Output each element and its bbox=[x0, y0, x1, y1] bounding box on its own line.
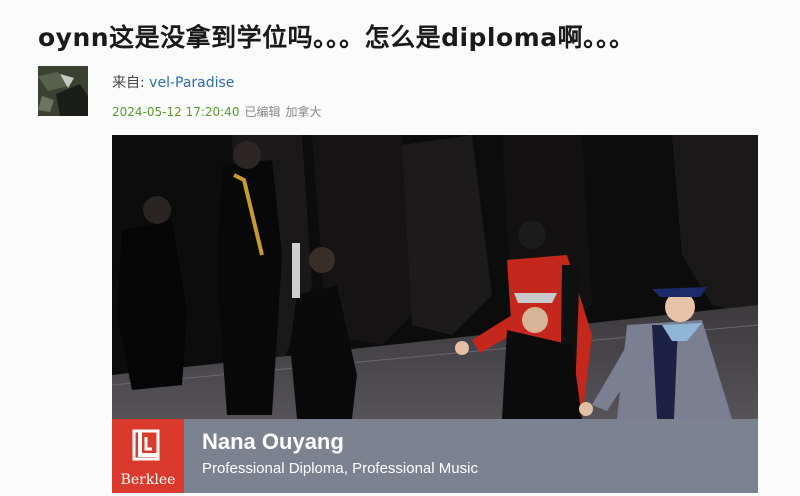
post-timestamp: 2024-05-12 17:20:40 bbox=[112, 105, 240, 119]
edited-label: 已编辑 bbox=[244, 105, 281, 119]
post-source: 来自: vel-Paradise bbox=[112, 72, 234, 92]
graduate-program: Professional Diploma, Professional Music bbox=[202, 460, 478, 477]
source-prefix: 来自: bbox=[112, 75, 150, 91]
avatar-image bbox=[38, 66, 88, 116]
graduate-name: Nana Ouyang bbox=[202, 429, 344, 454]
berklee-logo: Berklee bbox=[112, 419, 184, 493]
post-title: oynn这是没拿到学位吗。。。怎么是diploma啊。。。 bbox=[38, 23, 635, 52]
post-location: 加拿大 bbox=[285, 105, 322, 119]
source-link[interactable]: vel-Paradise bbox=[149, 75, 234, 91]
avatar[interactable] bbox=[38, 66, 88, 116]
berklee-logo-text: Berklee bbox=[120, 472, 176, 488]
video-frame[interactable]: Berklee Nana Ouyang Professional Diploma… bbox=[112, 135, 758, 493]
post-meta: 2024-05-12 17:20:40 已编辑 加拿大 bbox=[112, 103, 321, 120]
berklee-mark-icon bbox=[132, 429, 160, 461]
lower-third: Berklee Nana Ouyang Professional Diploma… bbox=[112, 419, 758, 493]
